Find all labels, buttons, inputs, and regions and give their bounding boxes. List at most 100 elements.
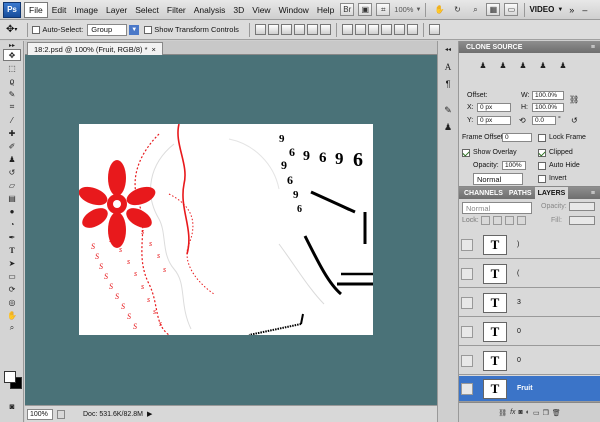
auto-hide-checkbox[interactable]: [538, 162, 546, 170]
minimize-icon[interactable]: –: [582, 5, 587, 15]
show-overlay-checkbox[interactable]: [462, 149, 470, 157]
layer-row[interactable]: T 0: [459, 318, 600, 346]
distribute-vcenter-icon[interactable]: [354, 24, 366, 35]
lasso-tool-icon[interactable]: ϱ: [3, 75, 21, 87]
reset-transform-icon[interactable]: ↺: [571, 116, 578, 125]
overlay-opacity-field[interactable]: 100%: [502, 161, 526, 170]
menu-layer[interactable]: Layer: [102, 3, 131, 17]
collapse-icon[interactable]: ◂◂: [441, 43, 455, 56]
distribute-bottom-icon[interactable]: [367, 24, 379, 35]
chevron-right-icon[interactable]: ▶: [147, 410, 152, 418]
visibility-toggle[interactable]: [461, 296, 473, 309]
menu-file[interactable]: File: [24, 1, 48, 18]
overlay-blend-dropdown[interactable]: Normal: [473, 173, 523, 185]
view-extras-icon[interactable]: ⌗: [376, 3, 391, 16]
visibility-toggle[interactable]: [461, 382, 473, 395]
path-select-icon[interactable]: ➤: [3, 257, 21, 269]
panel-menu-icon[interactable]: ≡: [591, 44, 595, 51]
clone-source-2-icon[interactable]: ♟: [497, 59, 509, 71]
new-layer-icon[interactable]: ❐: [543, 409, 549, 417]
menu-image[interactable]: Image: [70, 3, 102, 17]
marquee-tool-icon[interactable]: ⬚: [3, 62, 21, 74]
layer-row[interactable]: T ): [459, 231, 600, 259]
screen-mode-icon[interactable]: ▭: [504, 3, 519, 16]
crop-tool-icon[interactable]: ⌗: [3, 101, 21, 113]
clone-source-1-icon[interactable]: ♟: [477, 59, 489, 71]
arrange-documents-icon[interactable]: ▦: [486, 3, 501, 16]
chevron-down-icon[interactable]: ▼: [129, 24, 140, 35]
h-field[interactable]: 100.0%: [532, 103, 564, 112]
panel-menu-icon[interactable]: ≡: [591, 190, 595, 197]
bridge-icon[interactable]: Br: [340, 3, 355, 16]
quick-mask-icon[interactable]: ◙: [3, 400, 21, 412]
pen-tool-icon[interactable]: ✒: [3, 231, 21, 243]
3d-rotate-icon[interactable]: ⟳: [3, 283, 21, 295]
link-layers-icon[interactable]: ⛓: [498, 409, 507, 417]
y-field[interactable]: 0 px: [477, 116, 511, 125]
visibility-toggle[interactable]: [461, 238, 473, 251]
workspace-switcher[interactable]: VIDEO: [529, 5, 554, 14]
clone-source-3-icon[interactable]: ♟: [517, 59, 529, 71]
zoom-icon[interactable]: ⌕: [468, 3, 482, 16]
hand-tool-icon[interactable]: ✋: [3, 309, 21, 321]
zoom-level[interactable]: 100%: [394, 5, 413, 14]
auto-align-icon[interactable]: [428, 24, 440, 35]
clone-source-5-icon[interactable]: ♟: [557, 59, 569, 71]
tab-layers[interactable]: LAYERS: [534, 187, 569, 199]
lock-all-icon[interactable]: [517, 216, 526, 225]
distribute-left-icon[interactable]: [380, 24, 392, 35]
rotate-view-icon[interactable]: ↻: [450, 3, 464, 16]
align-vcenter-icon[interactable]: [267, 24, 279, 35]
menu-view[interactable]: View: [248, 3, 274, 17]
align-top-icon[interactable]: [254, 24, 266, 35]
tab-clone-source[interactable]: CLONE SOURCE: [463, 41, 525, 53]
quick-select-tool-icon[interactable]: ✎: [3, 88, 21, 100]
zoom-field[interactable]: 100%: [27, 408, 53, 420]
history-brush-icon[interactable]: ↺: [3, 166, 21, 178]
collapse-icon[interactable]: ▸▸: [3, 42, 21, 49]
visibility-toggle[interactable]: [461, 354, 473, 367]
new-group-icon[interactable]: ▭: [533, 409, 540, 417]
chevron-down-icon[interactable]: ▼: [415, 7, 421, 13]
dodge-tool-icon[interactable]: ◔: [3, 218, 21, 230]
align-bottom-icon[interactable]: [280, 24, 292, 35]
hand-icon[interactable]: ✋: [432, 3, 446, 16]
chevron-down-icon[interactable]: ▼: [557, 7, 563, 13]
layer-opacity-field[interactable]: [569, 202, 595, 211]
x-field[interactable]: 0 px: [477, 103, 511, 112]
brush-tool-icon[interactable]: ✐: [3, 140, 21, 152]
align-right-icon[interactable]: [319, 24, 331, 35]
shape-tool-icon[interactable]: ▭: [3, 270, 21, 282]
auto-select-dropdown[interactable]: Group: [87, 23, 128, 36]
visibility-toggle[interactable]: [461, 325, 473, 338]
layer-row[interactable]: T 3: [459, 289, 600, 317]
paragraph-panel-icon[interactable]: ¶: [441, 77, 455, 90]
tab-channels[interactable]: CHANNELS: [461, 187, 506, 199]
menu-help[interactable]: Help: [313, 3, 338, 17]
layer-mask-icon[interactable]: ◙: [519, 409, 523, 416]
gradient-tool-icon[interactable]: ▤: [3, 192, 21, 204]
lock-pixels-icon[interactable]: [493, 216, 502, 225]
auto-select-checkbox[interactable]: [32, 25, 41, 34]
move-tool-icon[interactable]: ✥: [6, 24, 14, 35]
close-icon[interactable]: ×: [152, 45, 156, 54]
invert-checkbox[interactable]: [538, 175, 546, 183]
link-icon[interactable]: ⛓: [569, 95, 579, 104]
zoom-tool-icon[interactable]: ⌕: [3, 322, 21, 334]
lock-frame-checkbox[interactable]: [538, 134, 546, 142]
distribute-right-icon[interactable]: [406, 24, 418, 35]
distribute-top-icon[interactable]: [341, 24, 353, 35]
layer-blend-dropdown[interactable]: Normal: [462, 202, 532, 214]
angle-field[interactable]: 0.0: [532, 116, 556, 125]
align-left-icon[interactable]: [293, 24, 305, 35]
menu-3d[interactable]: 3D: [229, 3, 248, 17]
layer-row-selected[interactable]: T Fruit: [459, 376, 600, 402]
menu-edit[interactable]: Edit: [48, 3, 71, 17]
clone-source-4-icon[interactable]: ♟: [537, 59, 549, 71]
fill-field[interactable]: [569, 216, 595, 225]
show-transform-checkbox[interactable]: [144, 25, 153, 34]
layer-row[interactable]: T (: [459, 260, 600, 288]
mini-bridge-icon[interactable]: ▣: [358, 3, 373, 16]
tab-paths[interactable]: PATHS: [506, 187, 535, 199]
foreground-color-swatch[interactable]: [4, 371, 16, 383]
